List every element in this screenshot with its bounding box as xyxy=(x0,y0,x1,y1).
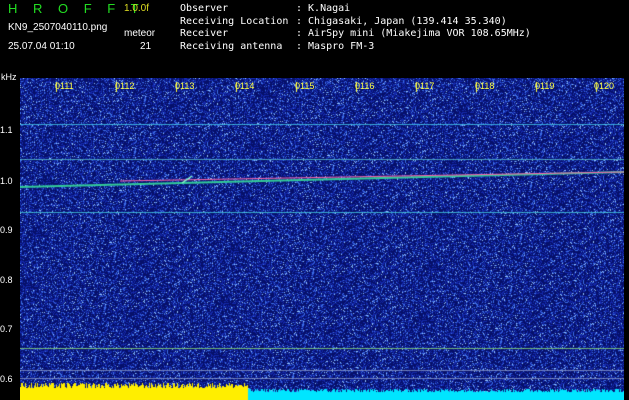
info-row-location: Receiving Location : Chigasaki, Japan (13… xyxy=(180,16,531,29)
x-tick-label: 0117 xyxy=(415,81,435,91)
info-key: Receiving antenna xyxy=(180,40,283,52)
datetime-label: 25.07.04 01:10 xyxy=(8,41,75,52)
y-axis-unit: kHz xyxy=(1,72,17,82)
version-label: 1.0.0f xyxy=(124,3,150,14)
x-tick-label: 0119 xyxy=(535,81,555,91)
info-row-antenna: Receiving antenna : Maspro FM-3 xyxy=(180,41,531,54)
spectrogram-canvas xyxy=(20,78,624,400)
y-tick-label: 0.7 xyxy=(0,324,13,334)
info-row-observer: Observer : K.Nagai xyxy=(180,3,531,16)
count-label: 21 xyxy=(140,41,152,52)
info-value: : AirSpy mini (Miakejima VOR 108.65MHz) xyxy=(296,28,531,39)
x-tick-label: 0120 xyxy=(594,81,615,91)
info-key: Receiving Location xyxy=(180,15,289,27)
x-tick-label: 0111 xyxy=(55,81,74,91)
y-tick-label: 0.9 xyxy=(0,225,13,235)
info-value: : K.Nagai xyxy=(296,3,351,14)
x-tick-label: 0115 xyxy=(295,81,315,91)
station-info: Observer : K.Nagai Receiving Location : Ch… xyxy=(180,3,531,53)
x-tick-label: 0114 xyxy=(235,81,255,91)
y-tick-label: 0.8 xyxy=(0,275,13,285)
info-row-receiver: Receiver : AirSpy mini (Miakejima VOR 108… xyxy=(180,28,531,41)
x-tick-label: 0116 xyxy=(355,81,375,91)
info-key: Observer xyxy=(180,3,229,14)
x-tick-label: 0113 xyxy=(175,81,195,91)
y-tick-label: 1.0 xyxy=(0,176,13,186)
header-panel: H R O F F T 1.0.0f KN9_2507040110.png me… xyxy=(0,0,629,78)
x-tick-label: 0118 xyxy=(475,81,495,91)
y-tick-label: 1.1 xyxy=(0,125,13,135)
info-value: : Maspro FM-3 xyxy=(296,40,375,52)
info-key: Receiver xyxy=(180,28,229,39)
filename-label: KN9_2507040110.png xyxy=(8,22,108,33)
x-tick-label: 0112 xyxy=(115,81,135,91)
mode-label: meteor xyxy=(124,28,156,39)
y-tick-label: 0.6 xyxy=(0,374,13,384)
info-value: : Chigasaki, Japan (139.414 35.340) xyxy=(296,15,507,27)
